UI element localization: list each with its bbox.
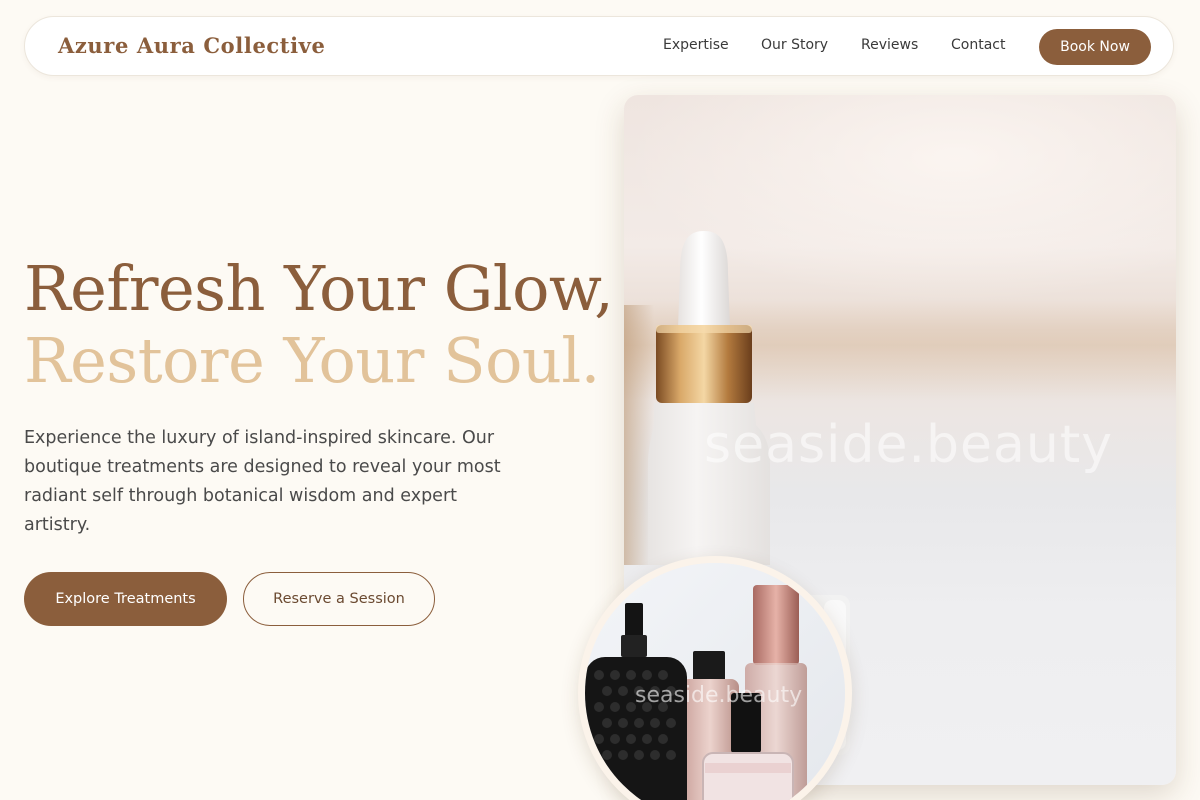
explore-treatments-button[interactable]: Explore Treatments: [24, 572, 227, 626]
inset-watermark: seaside.beauty: [635, 683, 803, 708]
hero-headline-line1: Refresh Your Glow,: [24, 252, 614, 325]
brand-logo[interactable]: Azure Aura Collective: [58, 33, 325, 58]
book-now-button[interactable]: Book Now: [1039, 29, 1151, 65]
nav-link-expertise[interactable]: Expertise: [663, 37, 729, 53]
nav-link-our-story[interactable]: Our Story: [761, 37, 828, 53]
image-watermark: seaside.beauty: [704, 415, 1114, 475]
nav-link-reviews[interactable]: Reviews: [861, 37, 918, 53]
nav-link-contact[interactable]: Contact: [951, 37, 1005, 53]
hero-headline: Refresh Your Glow, Restore Your Soul.: [24, 252, 614, 397]
page: Azure Aura Collective Expertise Our Stor…: [0, 0, 1200, 800]
site-header: Azure Aura Collective Expertise Our Stor…: [24, 16, 1174, 76]
perfume-bottles-icon: [585, 563, 845, 800]
reserve-session-button[interactable]: Reserve a Session: [243, 572, 435, 626]
hero-description: Experience the luxury of island-inspired…: [24, 428, 501, 535]
hero-headline-line2: Restore Your Soul.: [24, 324, 600, 397]
